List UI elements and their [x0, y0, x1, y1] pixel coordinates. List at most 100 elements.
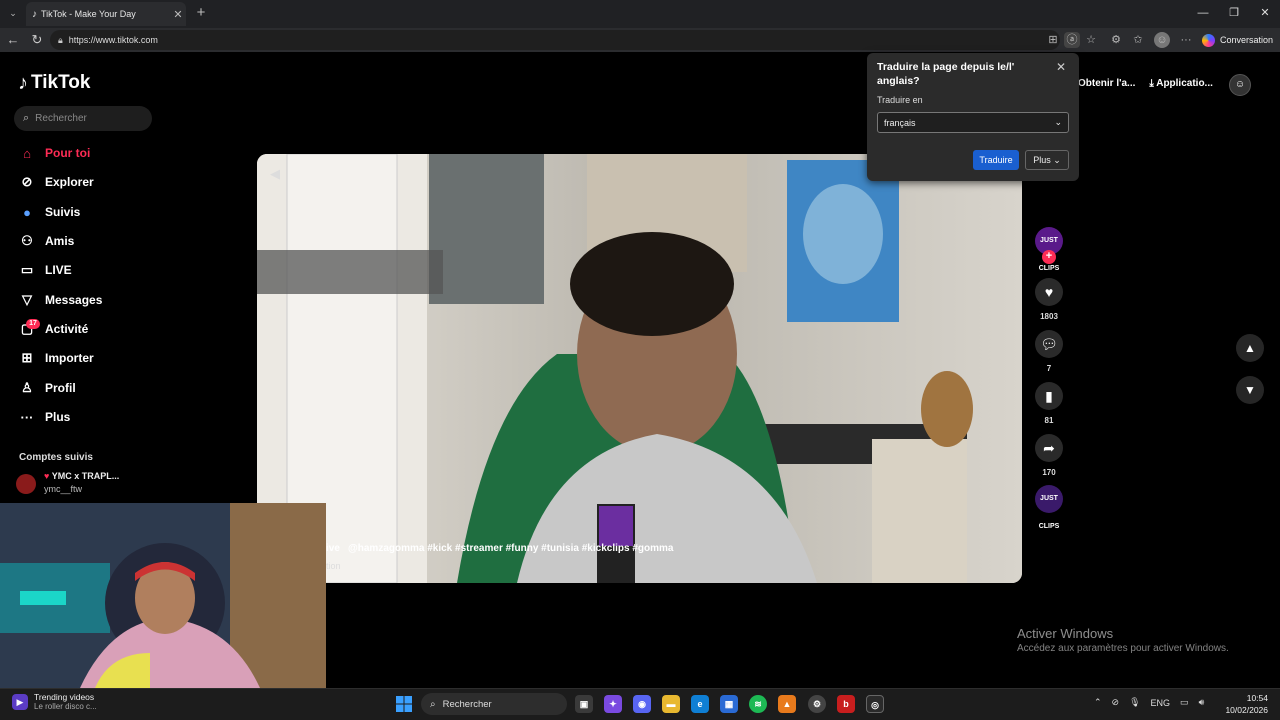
nav-label: LIVE [45, 263, 72, 277]
back-icon[interactable]: ← [4, 31, 22, 49]
more-dots-icon: ··· [20, 409, 34, 425]
keyboard-language[interactable]: ENG [1151, 698, 1171, 708]
brand-name: TikTok [31, 72, 91, 93]
chevron-down-icon: ⌄ [1054, 117, 1062, 127]
nav-plus[interactable]: ··· Plus [18, 406, 71, 428]
taskbar-search[interactable]: ⌕ Rechercher [421, 693, 567, 715]
store-icon[interactable]: ▦ [720, 695, 738, 713]
followed-account-avatar[interactable] [16, 474, 36, 494]
more-menu-icon[interactable]: ··· [1178, 32, 1194, 48]
bookmark-icon[interactable]: ▮ [1035, 382, 1063, 410]
comment-count: 7 [1046, 364, 1052, 373]
tiktok-logo[interactable]: ♪ TikTok [18, 70, 90, 96]
windows-start-icon[interactable] [396, 696, 412, 712]
network-icon[interactable]: ⊘ [1112, 697, 1120, 708]
file-explorer-icon[interactable]: ▬ [662, 695, 680, 713]
copilot-icon [1202, 33, 1215, 47]
get-app-link[interactable]: Obtenir l'a... [1078, 78, 1135, 89]
upload-icon: ⊞ [21, 350, 33, 365]
spotify-icon[interactable]: ≋ [749, 695, 767, 713]
share-icon[interactable]: ➦ [1035, 434, 1063, 462]
discord-icon[interactable]: ◉ [633, 695, 651, 713]
activate-windows-subtitle: Accédez aux paramètres pour activer Wind… [1017, 643, 1229, 654]
translate-language-select[interactable]: français ⌄ [877, 112, 1069, 133]
download-app-link[interactable]: ⤓ Applicatio... [1149, 78, 1213, 89]
search-input[interactable]: ⌕ Rechercher [14, 106, 152, 131]
nav-label: Plus [45, 410, 71, 424]
next-video-icon[interactable]: ▼ [1236, 376, 1264, 404]
comment-icon[interactable]: 💬︎ [1035, 330, 1063, 358]
nav-suivis[interactable]: ● Suivis [18, 201, 80, 223]
tiktok-favicon-icon: ♪ [32, 8, 37, 20]
extensions-icon[interactable]: ⚙ [1108, 32, 1124, 48]
chevron-up-icon[interactable]: ⌃ [1094, 697, 1102, 708]
mute-icon[interactable]: ◀︎ [270, 166, 280, 182]
restore-icon[interactable]: ❐ [1219, 4, 1249, 22]
download-app-label: Applicatio... [1156, 78, 1213, 89]
nav-label: Importer [45, 351, 94, 365]
followed-account-name[interactable]: ♥ YMC x TRAPL... [44, 471, 119, 481]
display-icon[interactable]: ▭ [1180, 697, 1189, 708]
browser-tab[interactable]: ♪ TikTok - Make Your Day ✕ [26, 2, 186, 26]
app-available-icon[interactable]: ⊞ [1045, 32, 1061, 48]
nav-label: Amis [45, 234, 75, 248]
minimize-icon[interactable]: — [1188, 4, 1218, 22]
close-tab-icon[interactable]: ✕ [170, 8, 186, 21]
url-field[interactable]: 🔒︎ https://www.tiktok.com [50, 30, 1060, 50]
conversation-label: Conversation [1220, 35, 1274, 45]
microphone-icon[interactable]: 🎙︎ [1129, 697, 1140, 708]
news-widget[interactable]: ▶︎ Trending videos Le roller disco c... [12, 692, 97, 711]
previous-video-icon[interactable]: ▲ [1236, 334, 1264, 362]
follow-plus-icon[interactable]: + [1042, 250, 1056, 264]
more-label: Plus [1033, 155, 1051, 165]
new-tab-button[interactable]: + [192, 4, 210, 22]
copilot-conversation-button[interactable]: Conversation [1202, 31, 1273, 49]
music-disc-icon[interactable]: JUST CLIPS [1035, 485, 1063, 530]
red-app-icon[interactable]: b [837, 695, 855, 713]
lock-icon: 🔒︎ [58, 34, 63, 45]
obs-icon[interactable]: ◎ [866, 695, 884, 713]
compass-icon: ⊘ [21, 174, 33, 189]
refresh-icon[interactable]: ↻ [28, 31, 46, 49]
nav-pour-toi[interactable]: ⌂ Pour toi [18, 142, 90, 164]
favorites-icon[interactable]: ✩ [1130, 32, 1146, 48]
translate-icon[interactable]: ⓐ [1064, 32, 1080, 48]
like-icon[interactable]: ♥ [1035, 278, 1063, 306]
copilot-app-icon[interactable]: ✦ [604, 695, 622, 713]
vlc-icon[interactable]: ▲ [778, 695, 796, 713]
profile-avatar-icon[interactable]: ☺ [1154, 32, 1170, 48]
nav-live[interactable]: ▭ LIVE [18, 259, 72, 281]
share-count: 170 [1042, 468, 1056, 477]
translate-close-icon[interactable]: ✕ [1054, 60, 1068, 74]
nav-amis[interactable]: ⚇ Amis [18, 230, 74, 252]
volume-icon[interactable]: 🔊︎ [1199, 697, 1205, 708]
task-view-icon[interactable]: ▣ [575, 695, 593, 713]
webcam-image [0, 503, 326, 688]
edge-browser-icon[interactable]: e [691, 695, 709, 713]
translate-button[interactable]: Traduire [973, 150, 1019, 170]
system-tray: ⌃ ⊘ 🎙︎ ENG ▭ 🔊︎ [1094, 697, 1204, 708]
nav-importer[interactable]: ⊞ Importer [18, 347, 94, 369]
taskbar-search-label: Rechercher [442, 698, 492, 710]
app-tool-icon[interactable]: ⚙ [808, 695, 826, 713]
video-caption[interactable]: @hamzagomma #kick #streamer #funny #tuni… [348, 543, 673, 554]
nav-explorer[interactable]: ⊘ Explorer [18, 171, 94, 193]
search-icon: ⌕ [23, 112, 30, 124]
user-profile-icon[interactable]: ☺ [1229, 74, 1251, 96]
like-count: 1803 [1040, 312, 1058, 321]
url-text: https://www.tiktok.com [68, 35, 158, 45]
followed-name-text: YMC x TRAPL... [51, 471, 120, 481]
search-icon: ⌕ [430, 698, 436, 710]
translate-to-label: Traduire en [877, 95, 923, 105]
news-subtitle: Le roller disco c... [34, 702, 97, 711]
nav-profil[interactable]: ♙ Profil [18, 377, 76, 399]
favorite-star-icon[interactable]: ☆ [1083, 32, 1099, 48]
nav-label: Messages [45, 293, 103, 307]
translate-more-button[interactable]: Plus ⌄ [1025, 150, 1069, 170]
tab-actions-icon[interactable]: ⌄ [6, 6, 20, 20]
video-player[interactable] [257, 154, 1022, 583]
messages-icon: ▽ [22, 292, 32, 307]
taskbar-clock[interactable]: 10:54 10/02/2026 [1224, 692, 1268, 716]
close-window-icon[interactable]: ✕ [1250, 4, 1280, 22]
nav-messages[interactable]: ▽ Messages [18, 289, 102, 311]
